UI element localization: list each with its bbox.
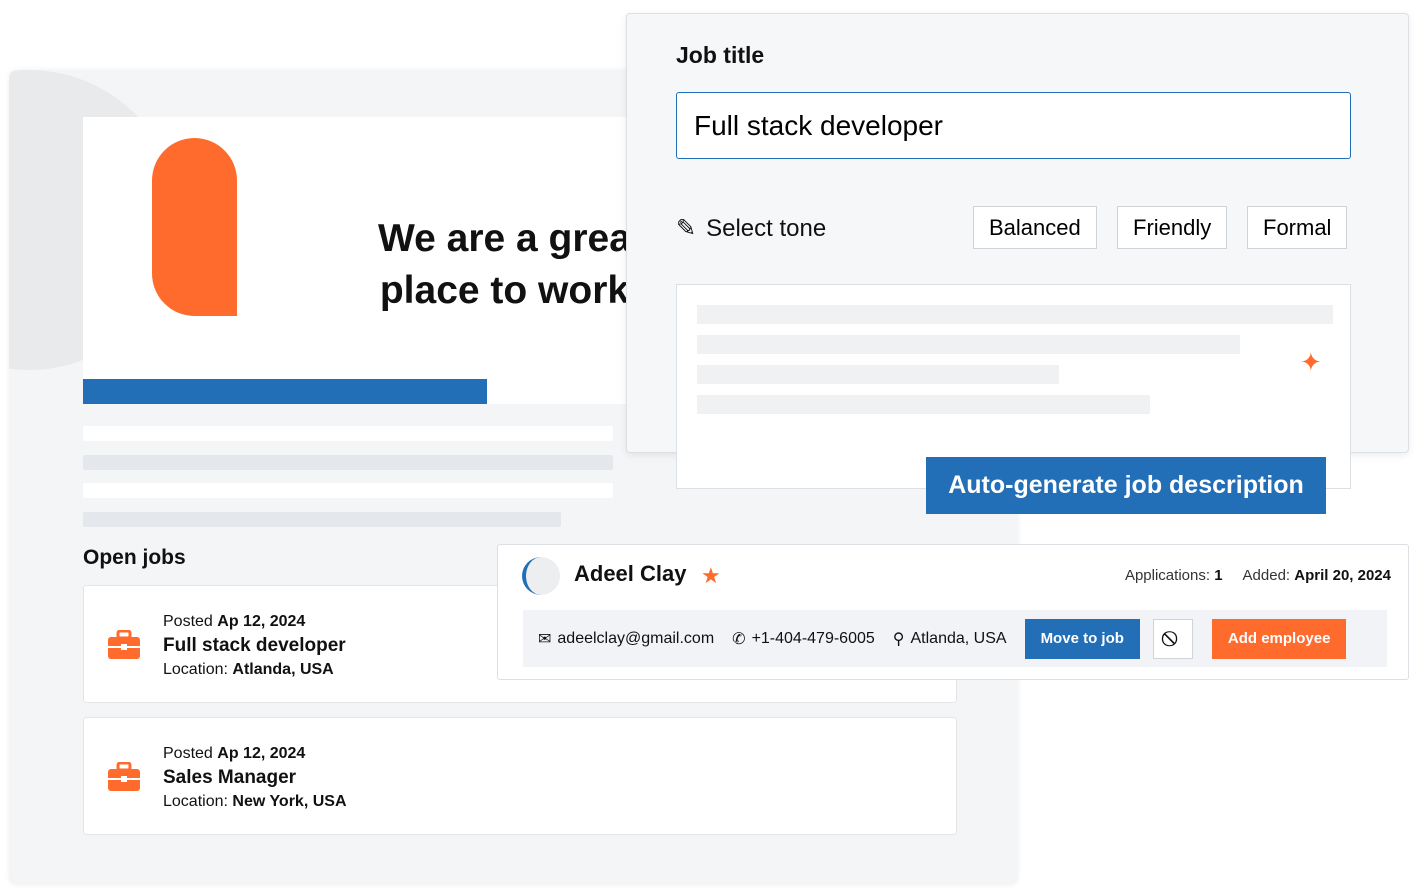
briefcase-icon	[108, 630, 140, 659]
skeleton-line	[83, 512, 561, 527]
job-title[interactable]: Sales Manager	[163, 766, 347, 790]
hero-headline: We are a grea place to work	[378, 217, 628, 312]
skeleton-line	[83, 455, 613, 470]
briefcase-icon	[108, 762, 140, 791]
job-title[interactable]: Full stack developer	[163, 634, 346, 658]
skeleton-line	[697, 335, 1240, 354]
skeleton-line	[697, 305, 1333, 324]
candidate-card: Adeel Clay ★ Applications: 1 Added: Apri…	[497, 544, 1409, 680]
mail-icon: ✉	[538, 630, 552, 648]
open-jobs-title: Open jobs	[83, 546, 186, 569]
location-pin-icon: ⚲	[892, 630, 905, 648]
block-icon[interactable]: ⃠	[1152, 618, 1193, 659]
sparkle-icon: ✦	[1300, 347, 1322, 377]
add-employee-button[interactable]: Add employee	[1211, 618, 1347, 659]
email[interactable]: adeelclay@gmail.com	[557, 630, 714, 648]
skeleton-line	[83, 483, 613, 498]
star-icon[interactable]: ★	[701, 563, 721, 589]
tone-balanced-button[interactable]: Balanced	[973, 206, 1097, 249]
skeleton-line	[697, 365, 1059, 384]
job-title-label: Job title	[676, 42, 765, 68]
skeleton-line	[83, 426, 613, 441]
tone-formal-button[interactable]: Formal	[1247, 206, 1348, 249]
candidate-details: ✉ adeelclay@gmail.com ✆ +1-404-479-6005 ⚲ A…	[523, 610, 1387, 667]
location: Atlanda, USA	[910, 629, 1007, 647]
move-to-job-button[interactable]: Move to job	[1024, 618, 1140, 659]
avatar	[522, 557, 560, 595]
phone[interactable]: +1-404-479-6005	[752, 630, 875, 648]
select-tone: ✎ Select tone	[676, 214, 827, 243]
logo-shape	[152, 138, 237, 316]
auto-generate-button[interactable]: Auto-generate job description	[926, 457, 1326, 514]
phone-icon: ✆	[732, 630, 746, 648]
tone-friendly-button[interactable]: Friendly	[1117, 206, 1228, 249]
skeleton-line	[697, 395, 1150, 414]
progress-bar	[83, 379, 487, 404]
hero-banner: We are a grea place to work	[83, 117, 628, 404]
magic-wand-icon: ✎	[676, 215, 697, 242]
job-card[interactable]: Posted Ap 12, 2024 Sales Manager Location:…	[83, 717, 957, 835]
job-title-input[interactable]	[676, 92, 1351, 159]
candidate-name: Adeel Clay	[574, 561, 687, 586]
